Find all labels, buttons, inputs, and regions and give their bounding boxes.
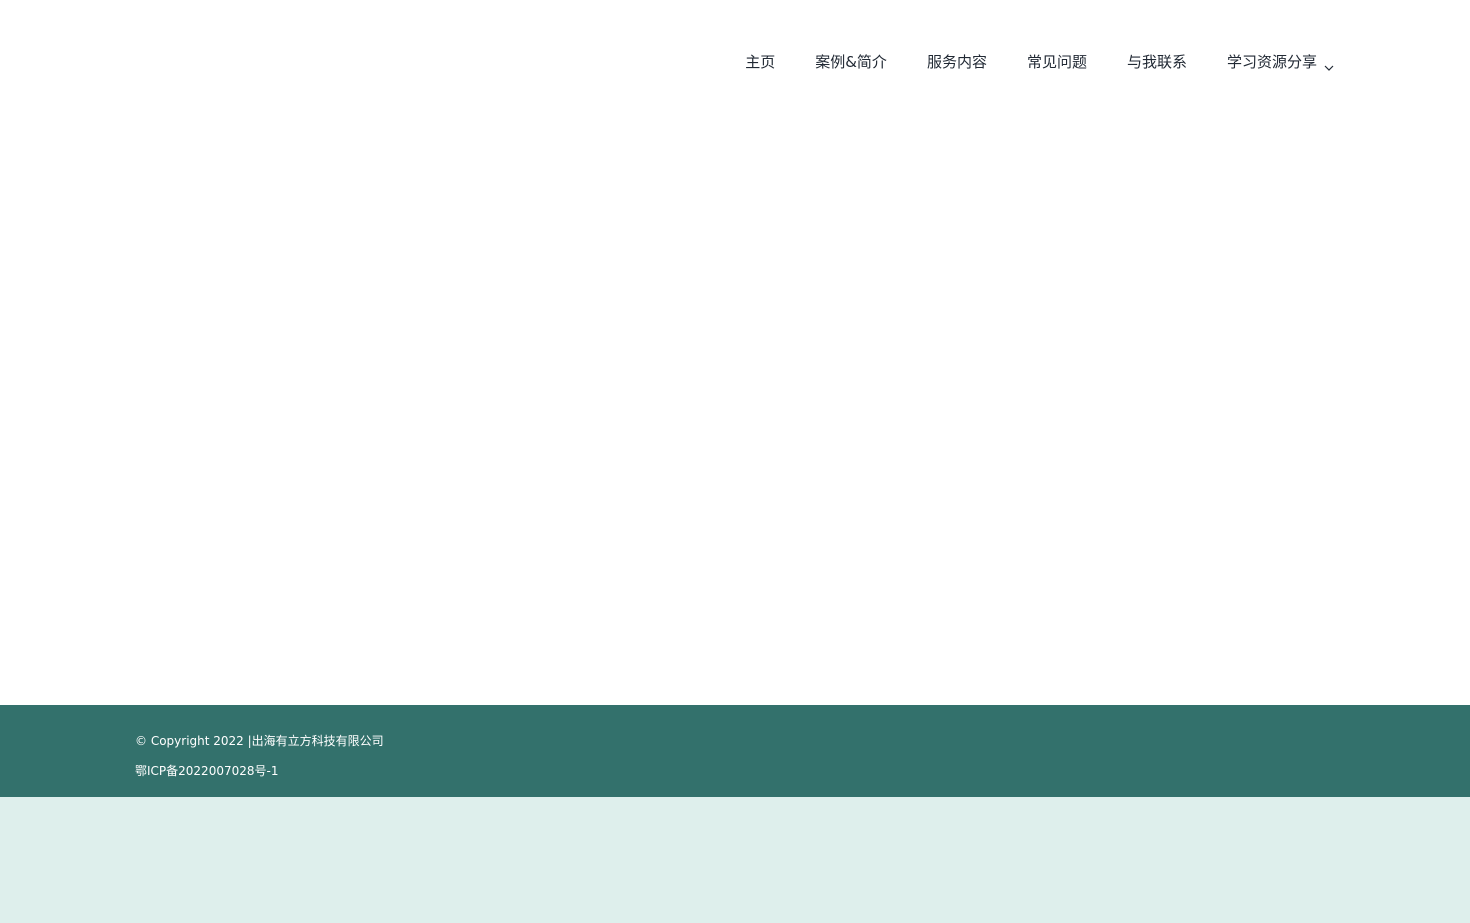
nav-item-services[interactable]: 服务内容	[927, 50, 987, 74]
site-header: 主页 案例&简介 服务内容 常见问题 与我联系 学习资源分享	[0, 0, 1470, 124]
nav-item-learning-resources[interactable]: 学习资源分享	[1227, 50, 1334, 74]
nav-item-cases-intro[interactable]: 案例&简介	[815, 50, 887, 74]
copyright-text: © Copyright 2022 |出海有立方科技有限公司	[135, 734, 384, 748]
nav-item-label: 服务内容	[926, 53, 987, 71]
chevron-down-icon	[1324, 56, 1334, 71]
nav-item-contact[interactable]: 与我联系	[1127, 50, 1187, 74]
nav-item-home[interactable]: 主页	[745, 50, 775, 74]
icp-link[interactable]: 鄂ICP备2022007028号-1	[135, 763, 278, 779]
nav-item-label: 案例&简介	[815, 53, 887, 71]
nav-item-label: 常见问题	[1026, 53, 1087, 71]
nav-item-label: 学习资源分享	[1226, 53, 1317, 71]
main-nav: 主页 案例&简介 服务内容 常见问题 与我联系 学习资源分享	[745, 50, 1334, 74]
main-content	[0, 124, 1470, 705]
bottom-band	[0, 797, 1470, 923]
nav-item-faq[interactable]: 常见问题	[1027, 50, 1087, 74]
site-footer: © Copyright 2022 |出海有立方科技有限公司 鄂ICP备20220…	[0, 705, 1470, 797]
nav-item-label: 主页	[745, 53, 776, 71]
nav-item-label: 与我联系	[1126, 53, 1187, 71]
page: 主页 案例&简介 服务内容 常见问题 与我联系 学习资源分享 © Copyrig…	[0, 0, 1470, 923]
